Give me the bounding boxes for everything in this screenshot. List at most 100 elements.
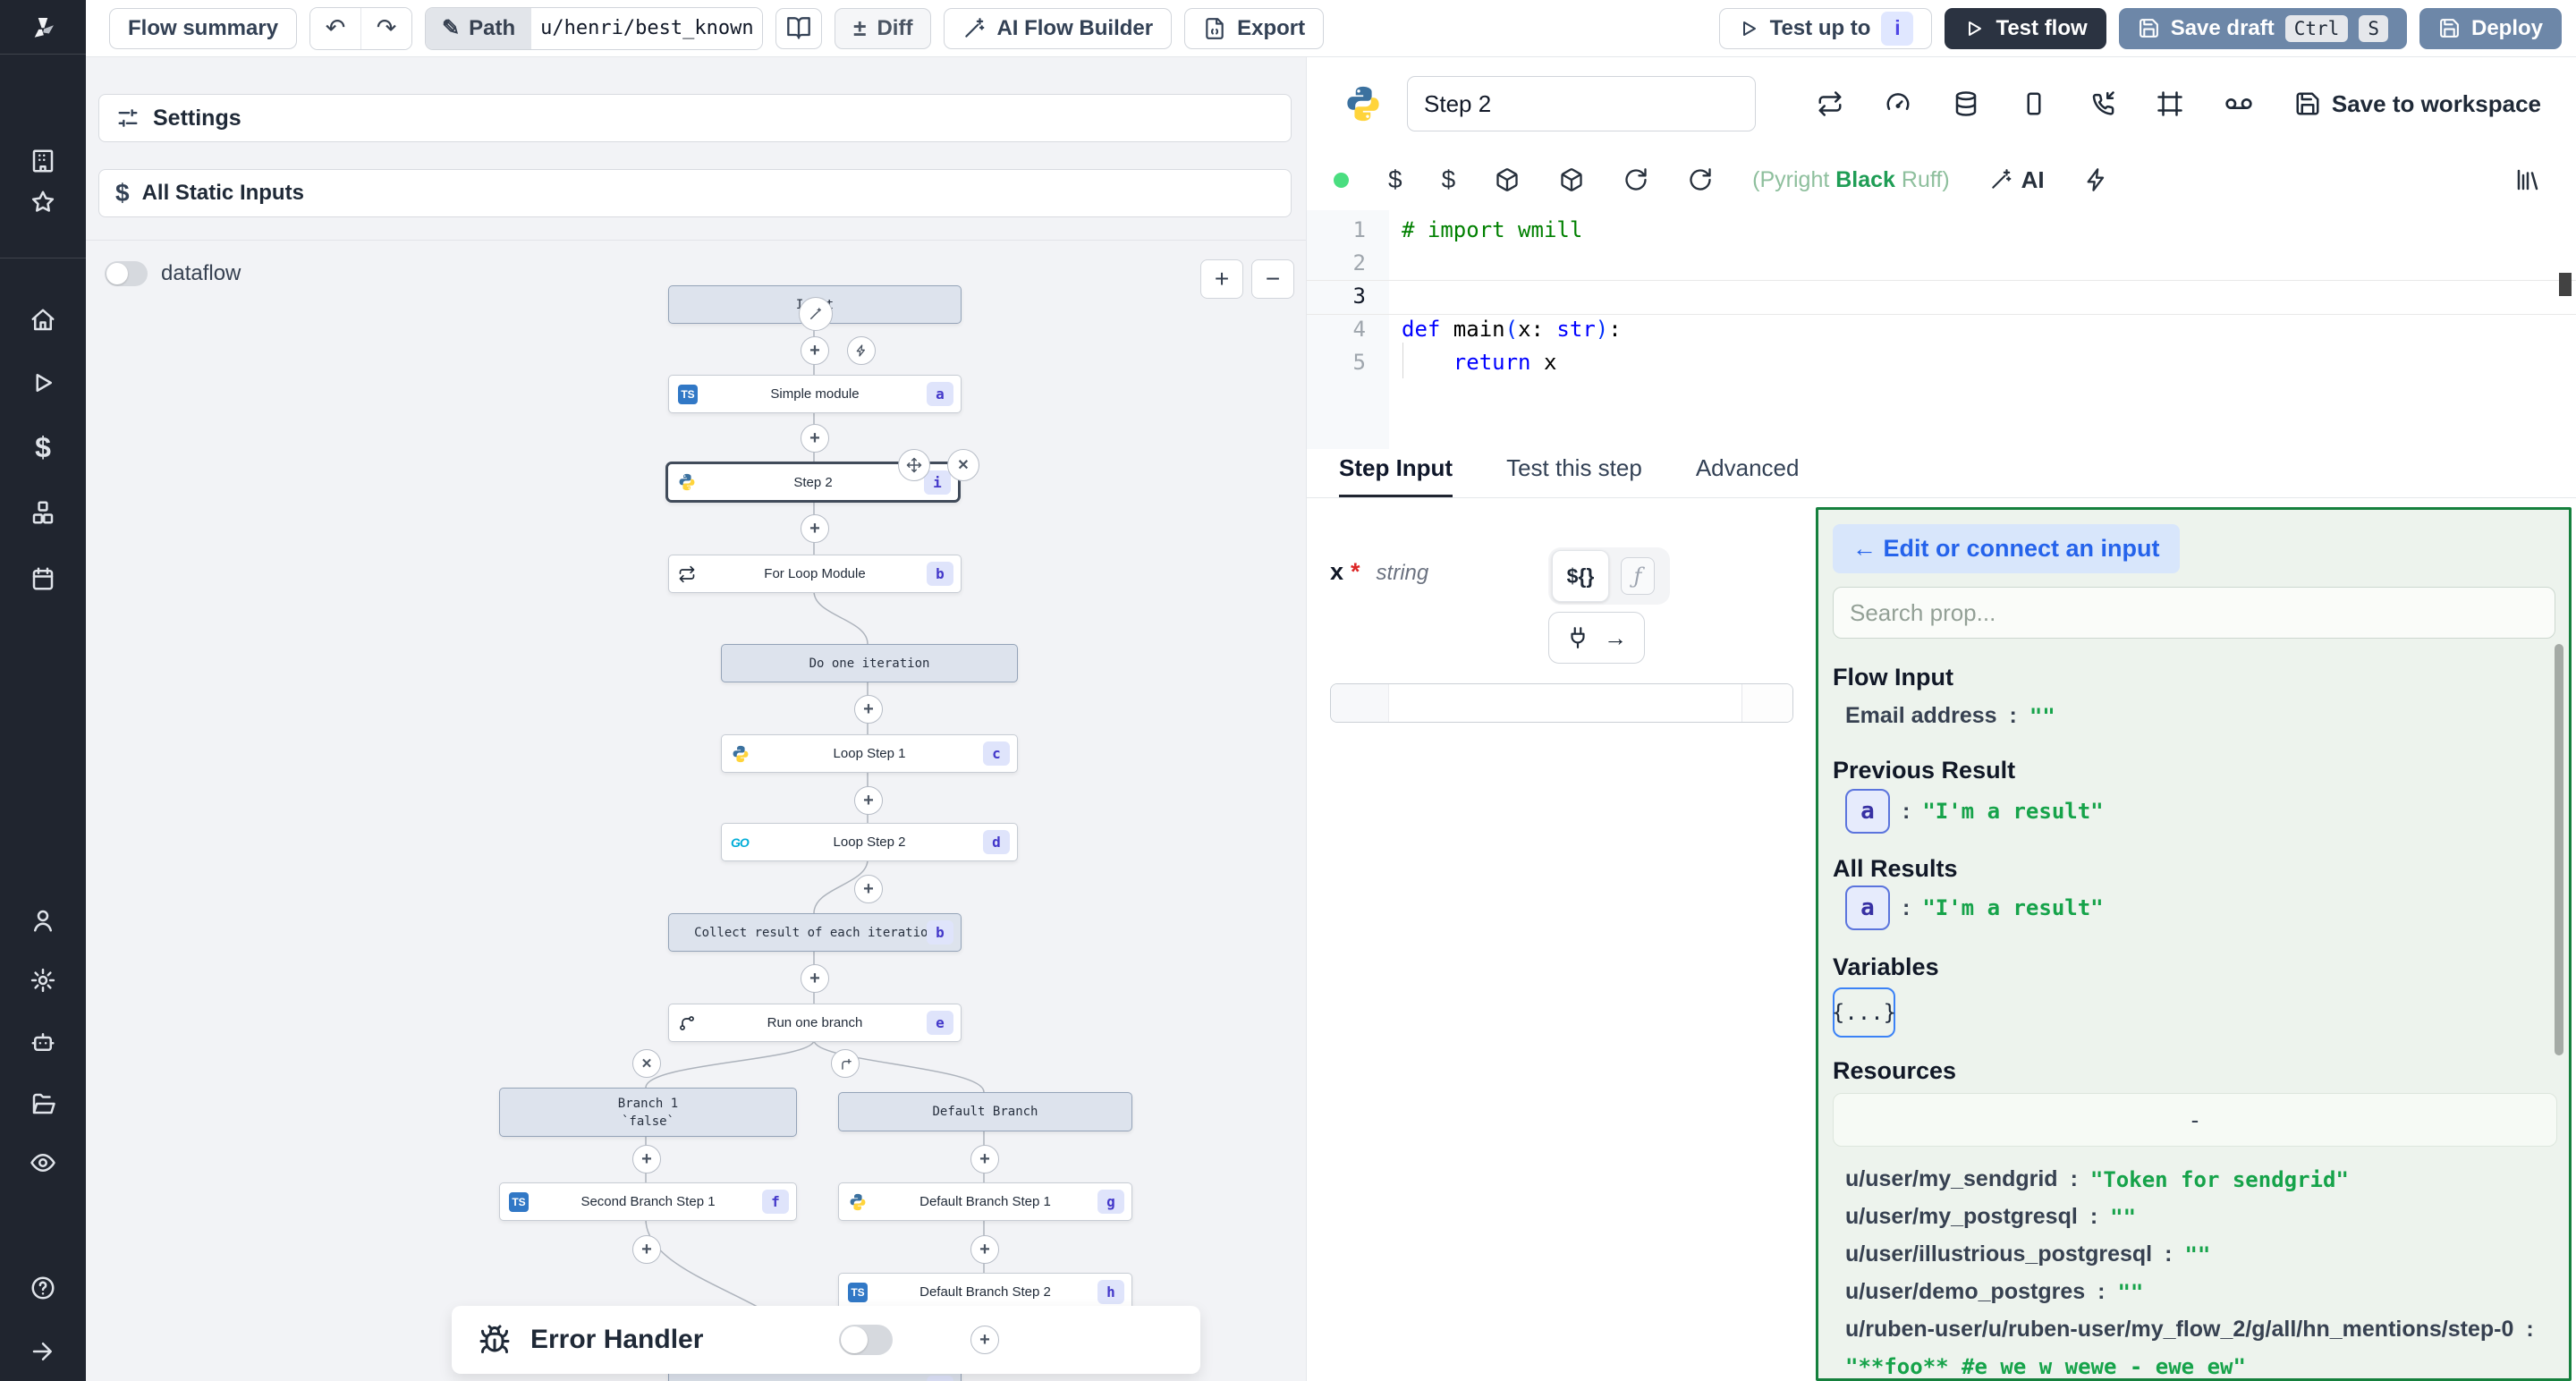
concurrency-icon[interactable] (1885, 90, 1911, 117)
save-draft-button[interactable]: Save draft Ctrl S (2119, 8, 2407, 49)
sidebar-item-variables[interactable]: $ (25, 429, 61, 465)
sidebar-item-runs[interactable] (25, 365, 61, 401)
search-prop-input[interactable] (1833, 587, 2555, 639)
test-flow-button[interactable]: Test flow (1945, 8, 2106, 49)
package-icon[interactable] (1495, 167, 1520, 192)
add-step-button[interactable]: + (854, 786, 883, 815)
node-do-one-iteration[interactable]: Do one iteration (721, 644, 1018, 682)
arg-value-input[interactable] (1330, 683, 1793, 723)
path-input[interactable] (531, 8, 762, 49)
back-to-edit-button[interactable]: ← Edit or connect an input (1833, 524, 2180, 573)
add-step-button[interactable]: + (970, 1326, 999, 1354)
sidebar-item-workspace[interactable] (25, 143, 61, 179)
add-step-button[interactable]: + (801, 964, 829, 993)
flow-summary-button[interactable]: Flow summary (109, 8, 297, 49)
diff-button[interactable]: ± Diff (835, 8, 931, 49)
code-editor[interactable]: 1 2 3 4 5 # import wmill def main(x: str… (1307, 210, 2576, 449)
add-step-button[interactable]: + (854, 695, 883, 724)
retries-icon[interactable] (1817, 90, 1843, 117)
sidebar-item-users[interactable] (25, 902, 61, 938)
add-step-button[interactable]: + (632, 1145, 661, 1173)
add-step-button[interactable]: + (854, 875, 883, 903)
sidebar-item-resources[interactable] (25, 495, 61, 530)
node-for-loop-module[interactable]: For Loop Module b (668, 555, 962, 593)
docs-button[interactable] (775, 8, 822, 49)
timeout-icon[interactable] (2021, 90, 2047, 117)
move-step-button[interactable] (898, 449, 930, 481)
add-step-button[interactable]: + (632, 1235, 661, 1264)
node-run-one-branch[interactable]: Run one branch e (668, 1004, 962, 1042)
sidebar-item-audit-logs[interactable] (25, 1145, 61, 1181)
export-button[interactable]: Export (1184, 8, 1324, 49)
tab-step-input[interactable]: Step Input (1339, 454, 1453, 497)
panel-scrollbar[interactable] (2555, 644, 2563, 1055)
delete-step-button[interactable]: ✕ (947, 449, 979, 481)
resource-row[interactable]: u/user/illustrious_postgresql:"" (1845, 1241, 2210, 1267)
deploy-button[interactable]: Deploy (2419, 8, 2562, 49)
add-branch-button[interactable] (831, 1049, 860, 1078)
node-default-branch-step-1[interactable]: Default Branch Step 1 g (838, 1182, 1132, 1221)
sidebar-item-home[interactable] (25, 302, 61, 338)
ai-gen-button[interactable]: AI (1989, 166, 2045, 194)
sidebar-item-help[interactable] (25, 1270, 61, 1306)
step-name-input[interactable] (1407, 76, 1756, 131)
error-handler-toggle[interactable] (839, 1325, 893, 1355)
variables-expand-button[interactable]: {...} (1833, 987, 1895, 1038)
reload-icon[interactable] (1623, 167, 1648, 192)
add-step-button[interactable]: + (801, 514, 829, 543)
cache-icon[interactable] (1953, 90, 1979, 117)
ai-flow-builder-button[interactable]: AI Flow Builder (944, 8, 1172, 49)
resource-select[interactable]: - (1833, 1093, 2557, 1147)
node-loop-step-2[interactable]: GO Loop Step 2 d (721, 823, 1018, 861)
resource-row[interactable]: u/ruben-user/u/ruben-user/my_flow_2/g/al… (1845, 1317, 2546, 1343)
sidebar-item-settings[interactable] (25, 962, 61, 998)
test-up-to-button[interactable]: Test up to i (1719, 8, 1933, 49)
flow-input-row[interactable]: Email address : "" (1845, 703, 2055, 729)
tab-test-this-step[interactable]: Test this step (1506, 454, 1642, 497)
node-collect-result[interactable]: Collect result of each iteration b (668, 913, 962, 952)
variable-picker-icon[interactable]: $ (1388, 165, 1402, 194)
add-step-button[interactable]: + (970, 1235, 999, 1264)
sidebar-item-folders[interactable] (25, 1086, 61, 1122)
fn-mode-button[interactable]: ƒ (1609, 557, 1666, 595)
all-results-row[interactable]: a : "I'm a result" (1845, 885, 2104, 930)
undo-button[interactable]: ↶ (310, 8, 361, 49)
result-badge[interactable]: a (1845, 885, 1890, 930)
tab-advanced[interactable]: Advanced (1696, 454, 1800, 497)
resource-picker-icon[interactable]: $ (1442, 165, 1456, 194)
resource-row[interactable]: u/user/my_postgresql:"" (1845, 1204, 2136, 1230)
remove-branch-button[interactable]: ✕ (632, 1049, 661, 1078)
add-step-button[interactable]: + (801, 424, 829, 453)
mock-icon[interactable] (2157, 90, 2183, 117)
connect-input-group[interactable]: → (1548, 612, 1645, 664)
voicemail-icon[interactable] (2224, 89, 2253, 118)
package-icon[interactable] (1559, 167, 1584, 192)
redo-button[interactable]: ↷ (361, 8, 411, 49)
result-badge[interactable]: a (1845, 789, 1890, 834)
node-simple-module[interactable]: TS Simple module a (668, 375, 962, 413)
node-default-branch[interactable]: Default Branch (838, 1092, 1132, 1131)
editor-scrollbar[interactable] (2559, 273, 2572, 296)
resource-row[interactable]: u/user/demo_postgres:"" (1845, 1279, 2143, 1305)
bolt-icon[interactable] (2084, 167, 2109, 192)
add-step-button[interactable]: + (801, 336, 829, 365)
reset-icon[interactable] (1688, 167, 1713, 192)
node-loop-step-1[interactable]: Loop Step 1 c (721, 734, 1018, 773)
trigger-node-button[interactable] (847, 336, 876, 365)
sidebar-item-favorites[interactable] (25, 184, 61, 220)
suspend-icon[interactable] (2089, 90, 2115, 117)
previous-result-row[interactable]: a : "I'm a result" (1845, 789, 2104, 834)
node-second-branch-step-1[interactable]: TS Second Branch Step 1 f (499, 1182, 797, 1221)
node-branch-1[interactable]: Branch 1 `false` (499, 1088, 797, 1137)
sidebar-collapse-icon[interactable] (25, 1334, 61, 1369)
expr-mode-button[interactable]: ${} (1552, 550, 1609, 602)
windmill-logo-icon[interactable] (25, 11, 61, 47)
save-to-workspace-button[interactable]: Save to workspace (2294, 90, 2541, 118)
resource-row[interactable]: u/user/my_sendgrid:"Token for sendgrid" (1845, 1166, 2349, 1192)
add-step-button[interactable]: + (970, 1145, 999, 1173)
ai-suggest-node-button[interactable] (799, 297, 833, 331)
sidebar-item-schedules[interactable] (25, 561, 61, 597)
sidebar-item-workers[interactable] (25, 1024, 61, 1060)
library-icon[interactable] (2514, 166, 2541, 193)
resource-row-wrapped-value[interactable]: "**foo** #e we w wewe - ewe ew" (1845, 1354, 2246, 1379)
